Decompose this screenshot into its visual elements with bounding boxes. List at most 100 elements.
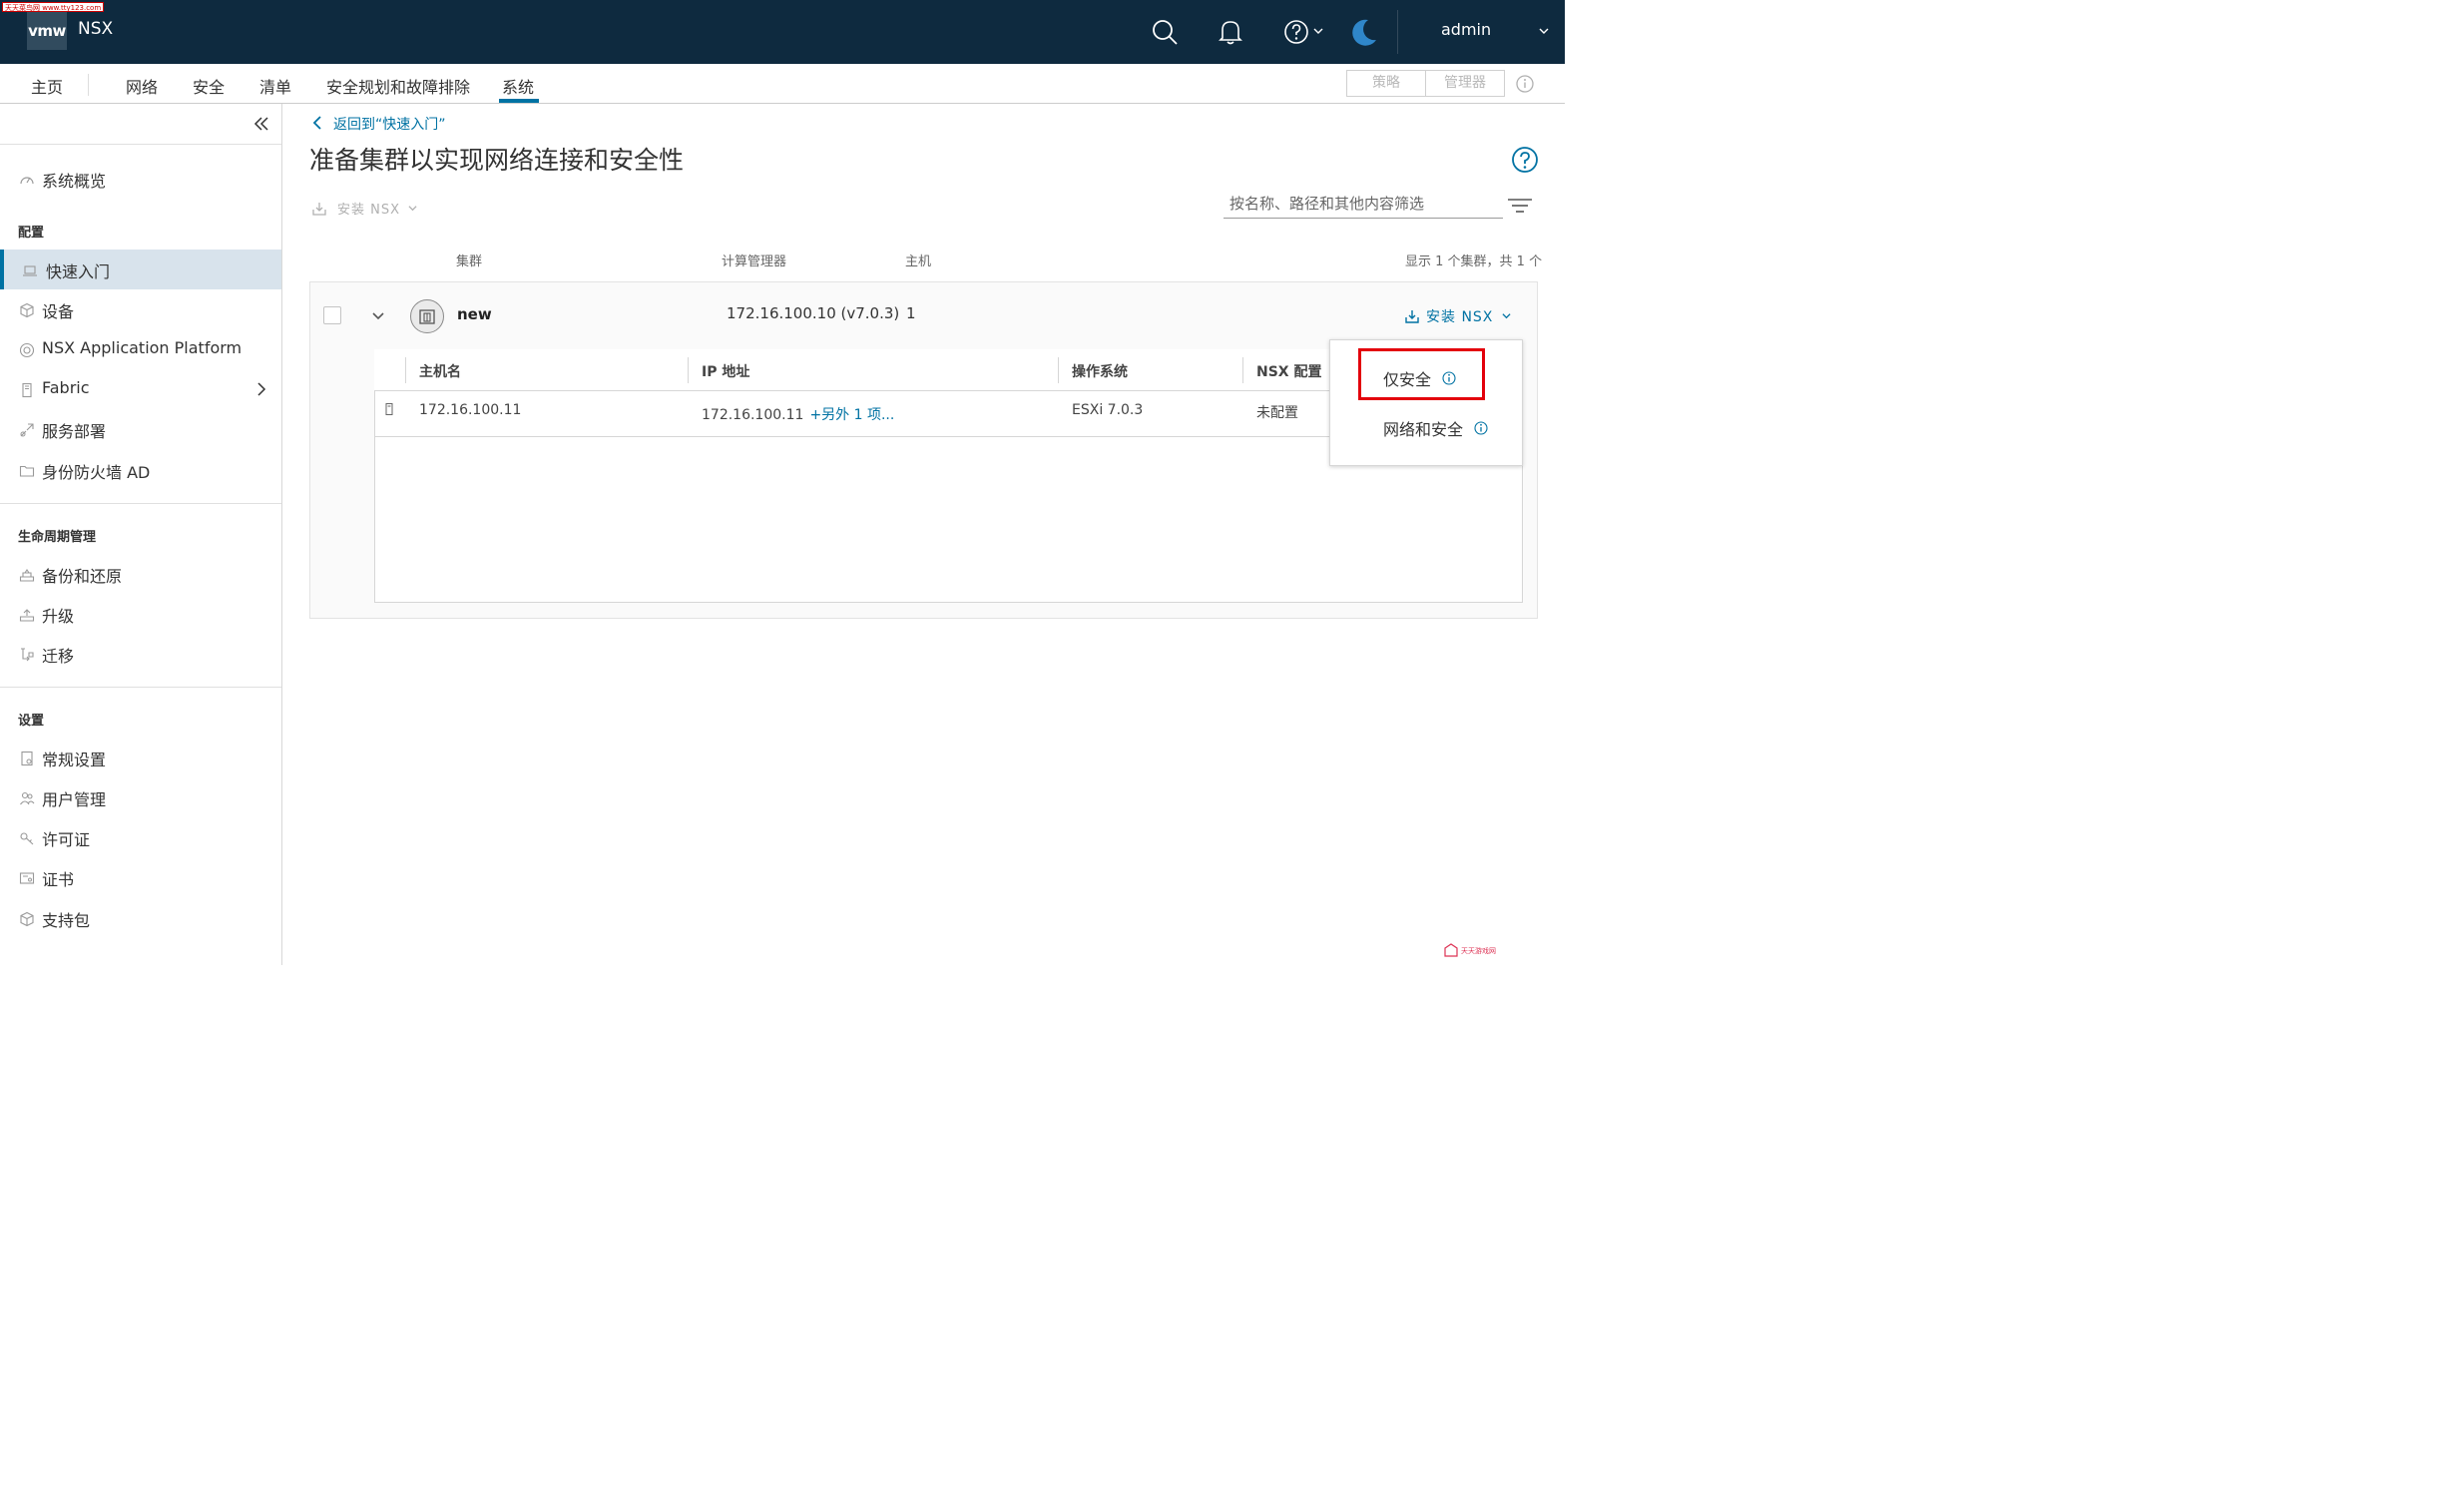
search-icon[interactable] [1149,16,1181,48]
column-header-nsx-config[interactable]: NSX 配置 [1256,361,1321,381]
host-hostname[interactable]: 172.16.100.11 [419,402,521,418]
column-separator[interactable] [1058,357,1059,383]
sidebar-section-config: 配置 [18,226,45,241]
sidebar-item-label: 快速入门 [46,262,111,281]
sidebar-section-settings: 设置 [18,714,45,729]
column-separator[interactable] [1242,357,1243,383]
sidebar-item-label: Fabric [42,378,90,397]
manager-toggle[interactable]: 管理器 [1425,70,1505,97]
building-icon [419,309,435,324]
column-header-os[interactable]: 操作系统 [1072,361,1128,381]
chevron-down-icon[interactable] [370,308,386,324]
bell-icon[interactable] [1215,16,1246,48]
users-icon [20,791,35,805]
sidebar-item-label: 证书 [42,870,75,889]
dashboard-icon [20,177,34,185]
column-header-compute-manager[interactable]: 计算管理器 [722,251,786,269]
nav-planning-troubleshooting[interactable]: 安全规划和故障排除 [326,74,470,98]
chevron-left-icon [312,116,321,130]
back-link-label: 返回到“快速入门” [333,117,446,133]
cluster-name[interactable]: new [457,305,492,323]
settings-doc-icon [21,751,33,766]
sidebar-item-label: 迁移 [42,647,75,666]
sidebar-item-identity-firewall-ad[interactable]: 身份防火墙 AD [0,450,281,490]
moon-icon[interactable] [1348,16,1380,48]
sidebar-item-backup-restore[interactable]: 备份和还原 [0,554,281,594]
info-icon[interactable] [1474,421,1488,435]
upgrade-icon [19,609,35,622]
sidebar-item-nsx-application-platform[interactable]: NSX Application Platform [0,329,281,369]
sidebar-item-upgrade[interactable]: 升级 [0,594,281,634]
nav-networking[interactable]: 网络 [126,74,158,98]
migrate-icon [21,648,34,662]
column-separator[interactable] [688,357,689,383]
help-icon[interactable] [1511,146,1539,174]
sidebar-item-certificates[interactable]: 证书 [0,857,281,897]
nav-system[interactable]: 系统 [502,74,534,98]
vmw-logo[interactable]: vmw [27,12,67,50]
back-to-quickstart-link[interactable]: 返回到“快速入门” [311,114,446,134]
sidebar-item-fabric[interactable]: Fabric [0,369,281,409]
nav-separator [88,74,89,96]
dropdown-item-networking-security[interactable]: 网络和安全 [1383,416,1463,440]
sidebar-item-label: 备份和还原 [42,567,123,586]
cluster-install-nsx-button[interactable]: 安装 NSX [1404,306,1511,326]
chevron-right-icon[interactable] [255,382,267,396]
product-name: NSX [78,19,114,39]
info-icon[interactable] [1515,74,1535,94]
column-header-ip-address[interactable]: IP 地址 [702,361,749,381]
sidebar-item-label: NSX Application Platform [42,338,243,357]
sidebar-item-overview[interactable]: 系统概览 [0,159,281,199]
install-nsx-toolbar-button[interactable]: 安装 NSX [311,199,417,218]
filter-icon[interactable] [1507,197,1533,215]
sidebar-divider [0,687,281,688]
column-header-hosts[interactable]: 主机 [905,251,931,269]
sidebar-item-quickstart[interactable]: 快速入门 [0,250,281,289]
column-header-hostname[interactable]: 主机名 [419,361,461,381]
cluster-count: 显示 1 个集群，共 1 个 [1405,254,1543,269]
column-separator[interactable] [405,357,406,383]
highlight-annotation-box [1358,348,1485,400]
nav-inventory[interactable]: 清单 [259,74,291,98]
nav-active-indicator [499,99,539,103]
package-icon [20,911,34,927]
sidebar-item-support-bundle[interactable]: 支持包 [0,898,281,938]
collapse-sidebar-icon[interactable] [253,116,269,132]
cluster-host-count: 1 [906,304,916,322]
sidebar-item-migrate[interactable]: 迁移 [0,634,281,674]
help-caret-icon[interactable] [1313,26,1323,36]
host-ip-more-link[interactable]: +另外 1 项... [809,407,894,423]
host-ip-value: 172.16.100.11 [702,407,804,423]
server-icon [22,382,32,398]
watermark-top-left: 天天菜鸟网 www.tty123.com [2,2,105,12]
top-header [0,0,1565,64]
sidebar-item-label: 设备 [42,302,75,321]
sidebar-item-service-deployments[interactable]: 服务部署 [0,409,281,449]
nav-home[interactable]: 主页 [31,74,63,98]
nav-security[interactable]: 安全 [193,74,225,98]
sidebar-item-general-settings[interactable]: 常规设置 [0,738,281,777]
sidebar-item-appliances[interactable]: 设备 [0,289,281,329]
sidebar-item-user-management[interactable]: 用户管理 [0,777,281,817]
help-icon[interactable] [1281,16,1313,48]
sidebar-item-label: 升级 [42,607,75,626]
column-header-cluster[interactable]: 集群 [456,251,482,269]
certificate-icon [19,872,35,884]
cluster-checkbox[interactable] [323,306,341,324]
sidebar-item-label: 许可证 [42,830,91,849]
cluster-compute-manager: 172.16.100.10 (v7.0.3) [727,304,900,322]
policy-toggle[interactable]: 策略 [1346,70,1426,97]
chevron-down-icon [1502,313,1511,319]
platform-icon [19,342,35,358]
sidebar-item-label: 常规设置 [42,751,107,769]
chevron-down-icon[interactable] [1537,24,1551,38]
sidebar-item-licenses[interactable]: 许可证 [0,817,281,857]
sidebar-item-label: 系统概览 [42,172,107,191]
key-icon [20,832,34,845]
user-menu[interactable]: admin [1441,20,1491,39]
filter-input[interactable] [1224,189,1503,219]
download-icon [1405,310,1419,323]
chevron-down-icon [408,206,417,212]
sidebar-divider [0,503,281,504]
header-divider [1397,10,1398,54]
